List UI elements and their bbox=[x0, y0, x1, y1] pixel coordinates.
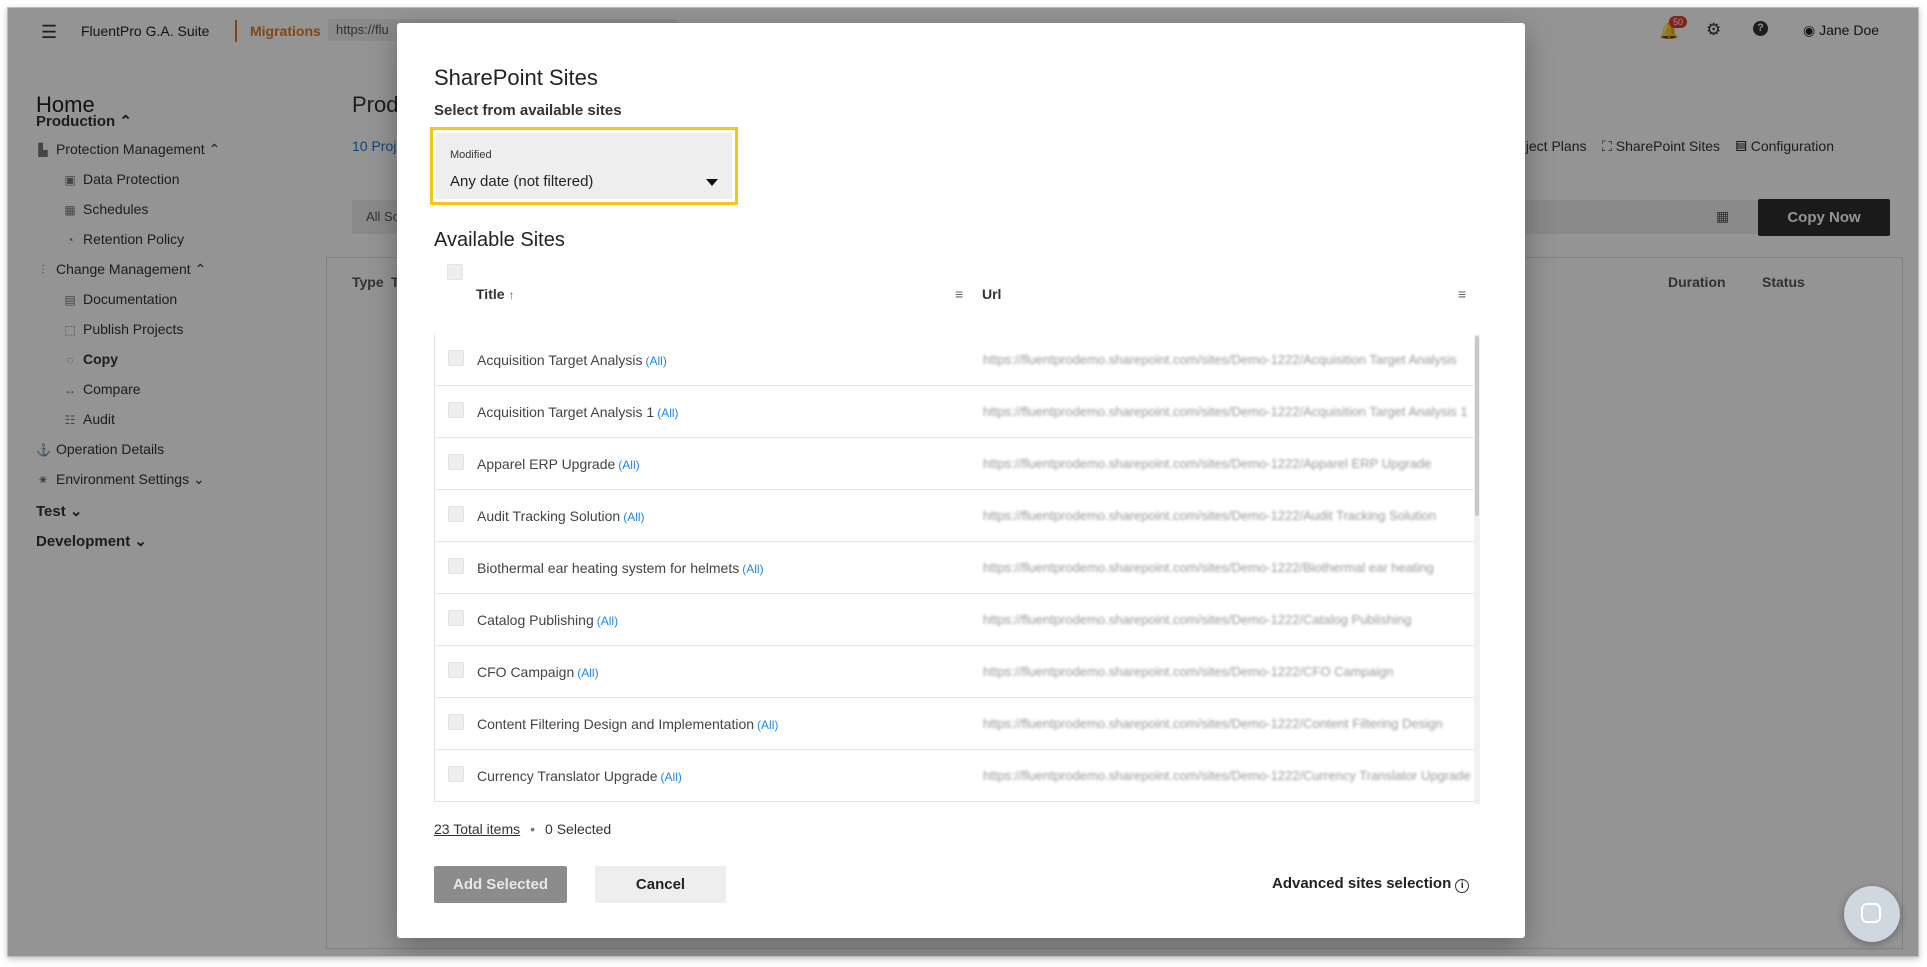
all-link[interactable]: (All) bbox=[618, 458, 639, 472]
site-url: https://fluentprodemo.sharepoint.com/sit… bbox=[983, 352, 1457, 367]
sites-grid: Title ↑ ≡ Url ≡ Acquisition Target Analys… bbox=[434, 264, 1484, 804]
column-menu-icon[interactable]: ≡ bbox=[955, 286, 963, 302]
row-checkbox[interactable] bbox=[448, 662, 464, 678]
site-title-text: Audit Tracking Solution bbox=[477, 508, 621, 524]
all-link[interactable]: (All) bbox=[757, 718, 778, 732]
all-link[interactable]: (All) bbox=[646, 354, 667, 368]
filter-label: Modified bbox=[450, 149, 492, 161]
site-url: https://fluentprodemo.sharepoint.com/sit… bbox=[983, 716, 1443, 731]
column-title-label: Title bbox=[476, 286, 505, 302]
add-selected-button[interactable]: Add Selected bbox=[434, 866, 567, 903]
select-all-checkbox[interactable] bbox=[447, 264, 463, 280]
site-title: Apparel ERP Upgrade (All) bbox=[477, 456, 640, 472]
total-items[interactable]: 23 Total items bbox=[434, 821, 520, 837]
row-checkbox[interactable] bbox=[448, 714, 464, 730]
advanced-label: Advanced sites selection bbox=[1272, 875, 1452, 892]
site-title-text: Currency Translator Upgrade bbox=[477, 768, 658, 784]
sort-arrow-up-icon: ↑ bbox=[508, 288, 515, 302]
table-row[interactable]: Biothermal ear heating system for helmet… bbox=[434, 542, 1474, 594]
row-checkbox[interactable] bbox=[448, 402, 464, 418]
dropdown-field: Modified Any date (not filtered) bbox=[436, 133, 732, 199]
site-title: Biothermal ear heating system for helmet… bbox=[477, 560, 764, 576]
selected-count: 0 Selected bbox=[545, 821, 612, 837]
table-row[interactable]: Apparel ERP Upgrade (All) https://fluentpr… bbox=[434, 438, 1474, 490]
site-title-text: Acquisition Target Analysis bbox=[477, 352, 643, 368]
row-checkbox[interactable] bbox=[448, 506, 464, 522]
row-checkbox[interactable] bbox=[448, 610, 464, 626]
separator-dot: • bbox=[530, 821, 536, 837]
site-title: Acquisition Target Analysis 1 (All) bbox=[477, 404, 679, 420]
cancel-button[interactable]: Cancel bbox=[595, 866, 726, 903]
site-url: https://fluentprodemo.sharepoint.com/sit… bbox=[983, 508, 1437, 523]
row-checkbox[interactable] bbox=[448, 454, 464, 470]
row-checkbox[interactable] bbox=[448, 766, 464, 782]
column-title[interactable]: Title ↑ bbox=[476, 286, 515, 302]
grid-header: Title ↑ ≡ Url ≡ bbox=[434, 264, 1484, 320]
all-link[interactable]: (All) bbox=[623, 510, 644, 524]
site-url: https://fluentprodemo.sharepoint.com/sit… bbox=[983, 560, 1434, 575]
site-title: Catalog Publishing (All) bbox=[477, 612, 618, 628]
selection-summary: 23 Total items • 0 Selected bbox=[434, 821, 611, 837]
site-title: Audit Tracking Solution (All) bbox=[477, 508, 645, 524]
all-link[interactable]: (All) bbox=[597, 614, 618, 628]
site-url: https://fluentprodemo.sharepoint.com/sit… bbox=[983, 404, 1468, 419]
site-title-text: Biothermal ear heating system for helmet… bbox=[477, 560, 740, 576]
advanced-sites-selection[interactable]: Advanced sites selection i bbox=[1272, 875, 1470, 893]
row-checkbox[interactable] bbox=[448, 350, 464, 366]
caret-down-icon bbox=[706, 179, 718, 186]
site-url: https://fluentprodemo.sharepoint.com/sit… bbox=[983, 612, 1412, 627]
modified-filter-dropdown[interactable]: Modified Any date (not filtered) bbox=[430, 127, 738, 205]
all-link[interactable]: (All) bbox=[661, 770, 682, 784]
site-url: https://fluentprodemo.sharepoint.com/sit… bbox=[983, 664, 1394, 679]
site-title-text: Content Filtering Design and Implementat… bbox=[477, 716, 755, 732]
table-row[interactable]: Content Filtering Design and Implementat… bbox=[434, 698, 1474, 750]
chat-icon bbox=[1861, 903, 1881, 923]
app-frame: ☰ FluentPro G.A. Suite Migrations https:… bbox=[7, 7, 1919, 957]
table-row[interactable]: Acquisition Target Analysis 1 (All) https:… bbox=[434, 386, 1474, 438]
sharepoint-sites-dialog: SharePoint Sites Select from available s… bbox=[397, 23, 1525, 938]
table-row[interactable]: CFO Campaign (All) https://fluentprodemo.s… bbox=[434, 646, 1474, 698]
site-title-text: Apparel ERP Upgrade bbox=[477, 456, 616, 472]
all-link[interactable]: (All) bbox=[657, 406, 678, 420]
chat-launcher-button[interactable] bbox=[1844, 886, 1900, 942]
grid-body: Acquisition Target Analysis (All) https://… bbox=[434, 334, 1474, 804]
available-sites-title: Available Sites bbox=[434, 229, 565, 251]
all-link[interactable]: (All) bbox=[742, 562, 763, 576]
site-url: https://fluentprodemo.sharepoint.com/sit… bbox=[983, 456, 1432, 471]
table-row[interactable]: Acquisition Target Analysis (All) https://… bbox=[434, 334, 1474, 386]
column-menu-icon[interactable]: ≡ bbox=[1458, 286, 1466, 302]
table-row[interactable]: Currency Translator Upgrade (All) https://… bbox=[434, 750, 1474, 802]
all-link[interactable]: (All) bbox=[577, 666, 598, 680]
table-row[interactable]: Audit Tracking Solution (All) https://flue… bbox=[434, 490, 1474, 542]
dialog-subtitle: Select from available sites bbox=[434, 102, 622, 119]
site-title: Content Filtering Design and Implementat… bbox=[477, 716, 778, 732]
table-row[interactable]: Catalog Publishing (All) https://fluentpro… bbox=[434, 594, 1474, 646]
site-title-text: Acquisition Target Analysis 1 bbox=[477, 404, 655, 420]
info-icon[interactable]: i bbox=[1455, 879, 1470, 893]
site-title-text: Catalog Publishing bbox=[477, 612, 594, 628]
filter-value: Any date (not filtered) bbox=[450, 173, 594, 190]
dialog-title: SharePoint Sites bbox=[434, 65, 598, 90]
site-title: Acquisition Target Analysis (All) bbox=[477, 352, 667, 368]
row-checkbox[interactable] bbox=[448, 558, 464, 574]
site-title: CFO Campaign (All) bbox=[477, 664, 599, 680]
site-title-text: CFO Campaign bbox=[477, 664, 575, 680]
site-url: https://fluentprodemo.sharepoint.com/sit… bbox=[983, 768, 1471, 783]
column-url[interactable]: Url bbox=[982, 286, 1001, 302]
site-title: Currency Translator Upgrade (All) bbox=[477, 768, 682, 784]
scrollbar-thumb[interactable] bbox=[1475, 336, 1479, 516]
